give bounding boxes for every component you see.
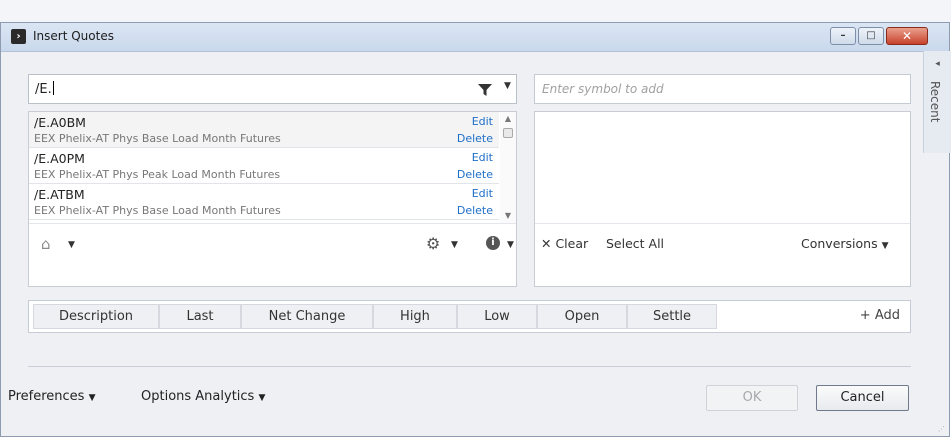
list-item[interactable]: /E.A0BM EEX Phelix-AT Phys Base Load Mon… — [29, 112, 499, 148]
search-value: /E. — [35, 81, 54, 97]
resize-grip-icon[interactable]: ⋰ — [938, 425, 946, 433]
scroll-up-icon[interactable]: ▲ — [500, 114, 516, 123]
edit-link[interactable]: Edit — [472, 187, 493, 200]
search-results-panel: /E.A0BM EEX Phelix-AT Phys Base Load Mon… — [28, 111, 517, 287]
select-all-button[interactable]: Select All — [606, 236, 664, 251]
field-chip-low[interactable]: Low — [457, 304, 537, 329]
result-symbol: /E.A0BM — [34, 115, 86, 130]
search-results-list: /E.A0BM EEX Phelix-AT Phys Base Load Mon… — [29, 112, 499, 223]
list-item[interactable]: /E.ATBM EEX Phelix-AT Phys Base Load Mon… — [29, 184, 499, 220]
maximize-button[interactable]: □ — [858, 27, 884, 45]
symbol-add-field[interactable] — [534, 74, 911, 104]
field-chip-high[interactable]: High — [373, 304, 457, 329]
filter-icon[interactable] — [478, 84, 492, 96]
results-scrollbar[interactable]: ▲ ▼ — [500, 112, 516, 223]
collapse-arrow-icon: ◂ — [935, 59, 940, 69]
scroll-thumb[interactable] — [503, 128, 513, 138]
field-chip-net-change[interactable]: Net Change — [241, 304, 373, 329]
conversions-dropdown[interactable]: Conversions ▼ — [801, 236, 889, 251]
close-icon: ✕ — [901, 29, 913, 43]
info-dropdown-icon[interactable]: ▼ — [507, 240, 514, 250]
add-field-button[interactable]: + Add — [860, 308, 900, 323]
cancel-button[interactable]: Cancel — [816, 385, 909, 411]
symbol-add-input[interactable] — [535, 75, 910, 103]
selected-symbols-panel: ✕ Clear Select All Conversions ▼ — [534, 111, 911, 287]
minimize-icon: – — [840, 30, 846, 41]
preferences-label: Preferences — [8, 389, 85, 404]
field-chip-settle[interactable]: Settle — [627, 304, 717, 329]
selected-symbols-toolbar: ✕ Clear Select All Conversions ▼ — [535, 223, 910, 287]
insert-quotes-window: › Insert Quotes – □ ✕ ◂ Recent /E. ▼ /E.… — [0, 22, 951, 437]
caret-down-icon: ▼ — [88, 393, 96, 403]
gear-icon[interactable]: ⚙ — [426, 234, 440, 253]
text-caret — [52, 81, 54, 95]
home-icon[interactable]: ⌂ — [41, 235, 51, 253]
filter-dropdown-icon[interactable]: ▼ — [504, 81, 511, 91]
close-button[interactable]: ✕ — [886, 27, 928, 45]
options-analytics-dropdown[interactable]: Options Analytics ▼ — [141, 389, 265, 404]
result-description: EEX Phelix-AT Phys Peak Load Month Futur… — [34, 168, 281, 181]
minimize-button[interactable]: – — [830, 27, 856, 45]
maximize-icon: □ — [866, 30, 876, 41]
results-toolbar: ⌂ ▼ ⚙ ▼ i ▼ — [29, 223, 516, 287]
field-chip-last[interactable]: Last — [159, 304, 241, 329]
scroll-down-icon[interactable]: ▼ — [500, 211, 516, 220]
title-bar[interactable]: › Insert Quotes – □ ✕ — [1, 23, 949, 52]
list-item[interactable]: /E.A0PM EEX Phelix-AT Phys Peak Load Mon… — [29, 148, 499, 184]
divider — [28, 366, 911, 367]
field-chip-open[interactable]: Open — [537, 304, 627, 329]
gear-dropdown-icon[interactable]: ▼ — [451, 240, 458, 250]
chevron-right-icon: › — [11, 29, 26, 44]
result-symbol: /E.A0PM — [34, 151, 85, 166]
field-chip-description[interactable]: Description — [33, 304, 159, 329]
result-description: EEX Phelix-AT Phys Base Load Month Futur… — [34, 204, 281, 217]
ok-button[interactable]: OK — [706, 385, 798, 411]
clear-button[interactable]: ✕ Clear — [541, 236, 588, 251]
result-symbol: /E.ATBM — [34, 187, 85, 202]
delete-link[interactable]: Delete — [457, 204, 493, 217]
edit-link[interactable]: Edit — [472, 151, 493, 164]
delete-link[interactable]: Delete — [457, 132, 493, 145]
options-analytics-label: Options Analytics — [141, 389, 255, 404]
recent-panel-tab[interactable]: ◂ Recent — [923, 51, 951, 153]
symbol-search-input[interactable]: /E. ▼ — [28, 74, 517, 104]
caret-down-icon: ▼ — [881, 241, 889, 251]
recent-tab-label: Recent — [928, 81, 942, 123]
home-dropdown-icon[interactable]: ▼ — [68, 240, 75, 250]
desktop-background — [0, 0, 951, 22]
conversions-label: Conversions — [801, 236, 878, 251]
result-description: EEX Phelix-AT Phys Base Load Month Futur… — [34, 132, 281, 145]
delete-link[interactable]: Delete — [457, 168, 493, 181]
caret-down-icon: ▼ — [258, 393, 266, 403]
window-title: Insert Quotes — [33, 29, 114, 43]
info-icon[interactable]: i — [486, 236, 500, 250]
preferences-dropdown[interactable]: Preferences ▼ — [8, 389, 96, 404]
edit-link[interactable]: Edit — [472, 115, 493, 128]
quote-fields-bar: Description Last Net Change High Low Ope… — [28, 300, 911, 333]
